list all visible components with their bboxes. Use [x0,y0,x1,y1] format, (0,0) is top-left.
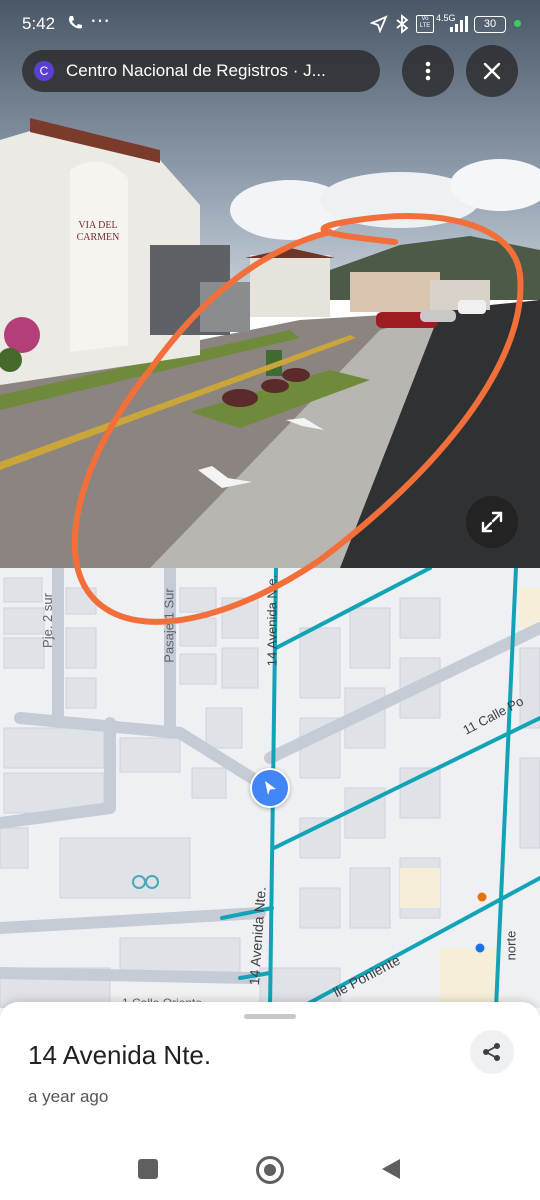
close-icon [483,62,501,80]
place-chip-title: Centro Nacional de Registros · J... [66,61,326,80]
expand-button[interactable] [466,496,518,548]
more-dots-icon: ⋯ [90,10,110,32]
expand-icon [481,511,503,533]
drag-handle[interactable] [244,1014,296,1019]
place-title: 14 Avenida Nte. [28,1040,212,1070]
close-button[interactable] [466,45,518,97]
more-options-button[interactable] [402,45,454,97]
building-sign: VIA DEL CARMEN [70,220,126,244]
map-label-avenida-top: 14 Avenida Nte. [264,574,280,667]
current-location-marker[interactable] [250,768,290,808]
share-button[interactable] [470,1030,514,1074]
avatar: C [34,61,54,81]
volte-icon: Vo LTE [416,15,434,33]
map-label-pje-2-sur: Pje. 2 sur [39,593,55,648]
sign-line-1: VIA DEL [78,220,118,231]
navigation-arrow-icon [265,781,276,795]
map-label-norte: norte [503,930,519,961]
status-time: 5:42 [22,14,56,33]
share-icon [483,1043,500,1061]
battery-icon: 30 [474,16,506,33]
vertical-dots-icon [425,61,431,81]
system-nav-bar [0,1140,540,1200]
map-label-pasaje-1-sur: Pasaje 1 Sur [161,588,177,663]
home-circle-icon[interactable] [256,1156,284,1184]
phone-call-icon [69,16,82,29]
status-bar: 5:42 ⋯ Vo LTE 4.5G 30 [0,0,540,48]
battery-level: 30 [483,18,497,30]
place-chip[interactable]: C Centro Nacional de Registros · J... [22,50,380,92]
sign-line-2: CARMEN [76,232,120,243]
back-triangle-icon[interactable] [380,1157,402,1181]
capture-date: a year ago [28,1087,109,1106]
recents-square-icon[interactable] [138,1159,158,1179]
signal-4g-icon [450,16,468,32]
bluetooth-icon [396,14,409,34]
mic-active-dot [514,20,521,27]
avatar-letter: C [39,64,49,78]
location-arrow-icon [370,15,388,33]
map-view[interactable]: Pje. 2 sur Pasaje 1 Sur 14 Avenida Nte. … [0,568,540,1008]
